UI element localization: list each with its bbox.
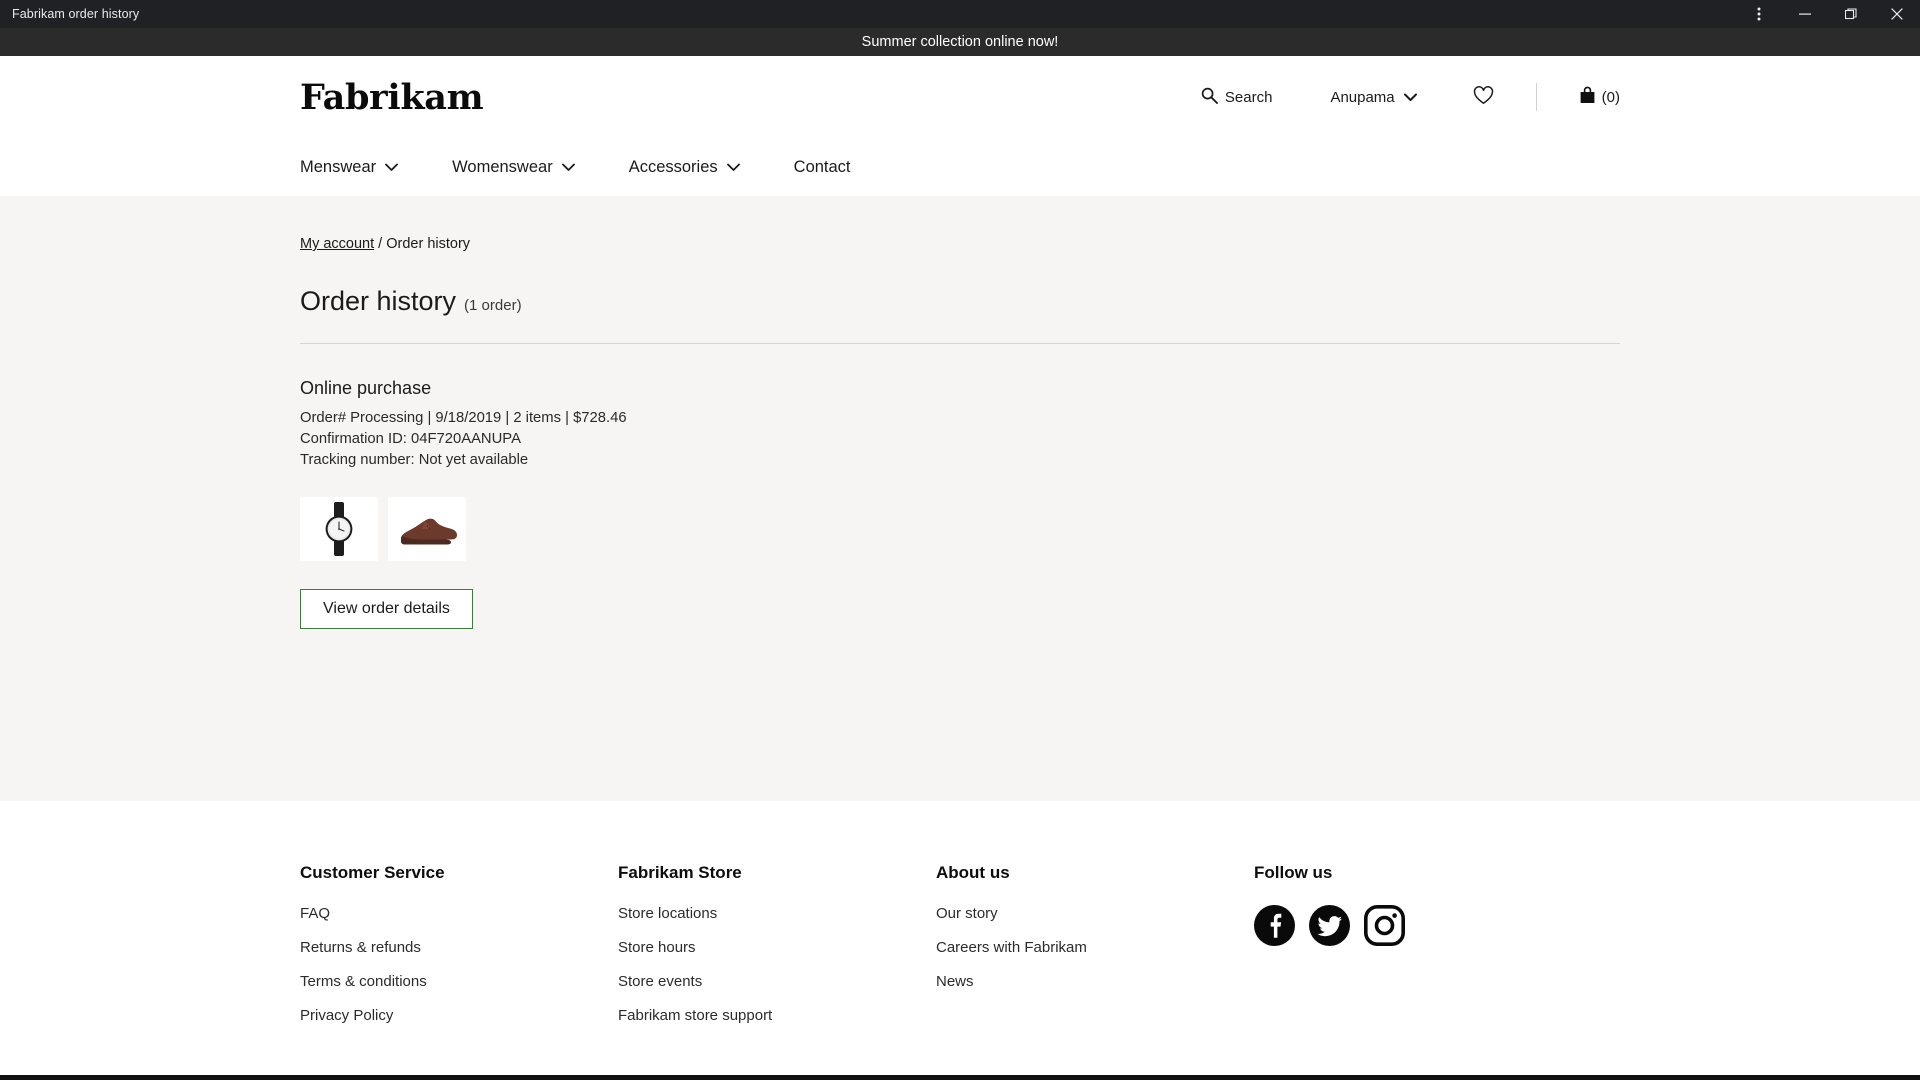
title-divider — [300, 343, 1620, 344]
social-links — [1254, 905, 1572, 946]
footer-link-faq[interactable]: FAQ — [300, 905, 618, 922]
footer-column-customer-service: Customer Service FAQ Returns & refunds T… — [300, 863, 618, 1041]
nav-item-menswear[interactable]: Menswear — [300, 157, 399, 177]
cart-count: (0) — [1601, 88, 1620, 106]
breadcrumb-current: Order history — [386, 236, 471, 252]
order-type: Online purchase — [300, 378, 432, 398]
page-title-text: Order history — [300, 286, 457, 316]
window-title: Fabrikam order history — [12, 7, 140, 21]
header-actions: Search Anupama (0) — [1201, 83, 1620, 111]
order-confirmation-id: Confirmation ID: 04F720AANUPA — [300, 431, 521, 447]
page-title: Order history (1 order) — [300, 286, 1620, 317]
search-label: Search — [1224, 88, 1273, 106]
footer-link-store-hours[interactable]: Store hours — [618, 939, 936, 956]
footer-link-store-support[interactable]: Fabrikam store support — [618, 1007, 936, 1024]
view-order-details-button[interactable]: View order details — [300, 589, 473, 629]
nav-label: Accessories — [628, 157, 718, 176]
cart-button[interactable]: (0) — [1579, 86, 1620, 108]
header-divider — [1535, 83, 1537, 111]
footer-link-store-locations[interactable]: Store locations — [618, 905, 936, 922]
site-logo[interactable]: Fabrikam — [300, 80, 484, 115]
dress-shoe-thumbnail[interactable] — [388, 497, 466, 561]
breadcrumb-link-my-account[interactable]: My account — [300, 236, 374, 252]
order-card: Online purchase Order# Processing | 9/18… — [300, 378, 1620, 629]
wishlist-button[interactable] — [1473, 85, 1494, 109]
nav-label: Menswear — [300, 157, 377, 176]
nav-item-womenswear[interactable]: Womenswear — [452, 158, 575, 177]
chevron-down-icon — [726, 158, 740, 177]
order-tracking-number: Tracking number: Not yet available — [300, 452, 529, 468]
order-item-thumbnails — [300, 497, 1620, 561]
footer-link-privacy-policy[interactable]: Privacy Policy — [300, 1007, 618, 1024]
nav-label: Contact — [793, 157, 851, 176]
page-content: My account / Order history Order history… — [0, 196, 1920, 801]
heart-icon — [1473, 85, 1494, 109]
nav-label: Womenswear — [452, 157, 553, 176]
shopping-bag-icon — [1579, 86, 1596, 108]
footer-link-store-events[interactable]: Store events — [618, 973, 936, 990]
facebook-icon[interactable] — [1254, 905, 1295, 946]
browser-window: Fabrikam order history Summer collection… — [0, 0, 1920, 1080]
order-summary-line: Order# Processing | 9/18/2019 | 2 items … — [300, 410, 627, 426]
footer-heading: Customer Service — [300, 863, 445, 882]
breadcrumb: My account / Order history — [300, 236, 1620, 252]
twitter-icon[interactable] — [1309, 905, 1350, 946]
footer-column-follow-us: Follow us — [1254, 863, 1572, 1041]
account-name: Anupama — [1330, 88, 1395, 106]
site-footer: Customer Service FAQ Returns & refunds T… — [0, 801, 1920, 1080]
site-header: Fabrikam Search Anupama (0) — [0, 56, 1920, 138]
promo-banner: Summer collection online now! — [0, 28, 1920, 56]
footer-heading: Follow us — [1254, 863, 1333, 882]
footer-heading: Fabrikam Store — [618, 863, 742, 882]
footer-link-terms-conditions[interactable]: Terms & conditions — [300, 973, 618, 990]
close-icon[interactable] — [1874, 0, 1920, 28]
chevron-down-icon — [561, 158, 575, 177]
title-bar: Fabrikam order history — [0, 0, 1920, 28]
order-meta: Order# Processing | 9/18/2019 | 2 items … — [300, 408, 1620, 471]
nav-item-contact[interactable]: Contact — [794, 158, 851, 177]
footer-link-our-story[interactable]: Our story — [936, 905, 1254, 922]
footer-column-about-us: About us Our story Careers with Fabrikam… — [936, 863, 1254, 1041]
account-menu[interactable]: Anupama — [1330, 88, 1417, 106]
nav-item-accessories[interactable]: Accessories — [629, 158, 740, 177]
breadcrumb-separator: / — [374, 236, 387, 252]
footer-link-returns-refunds[interactable]: Returns & refunds — [300, 939, 618, 956]
restore-icon[interactable] — [1828, 0, 1874, 28]
footer-column-fabrikam-store: Fabrikam Store Store locations Store hou… — [618, 863, 936, 1041]
search-button[interactable]: Search — [1201, 87, 1273, 108]
minimize-icon[interactable] — [1782, 0, 1828, 28]
search-icon — [1201, 87, 1218, 108]
promo-text: Summer collection online now! — [861, 34, 1059, 50]
chevron-down-icon — [1403, 89, 1417, 106]
wristwatch-thumbnail[interactable] — [300, 497, 378, 561]
window-bottom-bar — [0, 1075, 1920, 1080]
order-count: (1 order) — [464, 297, 522, 314]
footer-link-careers[interactable]: Careers with Fabrikam — [936, 939, 1254, 956]
window-controls — [1736, 0, 1920, 28]
instagram-icon[interactable] — [1364, 905, 1405, 946]
footer-link-news[interactable]: News — [936, 973, 1254, 990]
footer-heading: About us — [936, 863, 1010, 882]
chevron-down-icon — [385, 158, 399, 177]
more-options-icon[interactable] — [1736, 0, 1782, 28]
main-navigation: Menswear Womenswear Accessories Contact — [0, 138, 1920, 196]
